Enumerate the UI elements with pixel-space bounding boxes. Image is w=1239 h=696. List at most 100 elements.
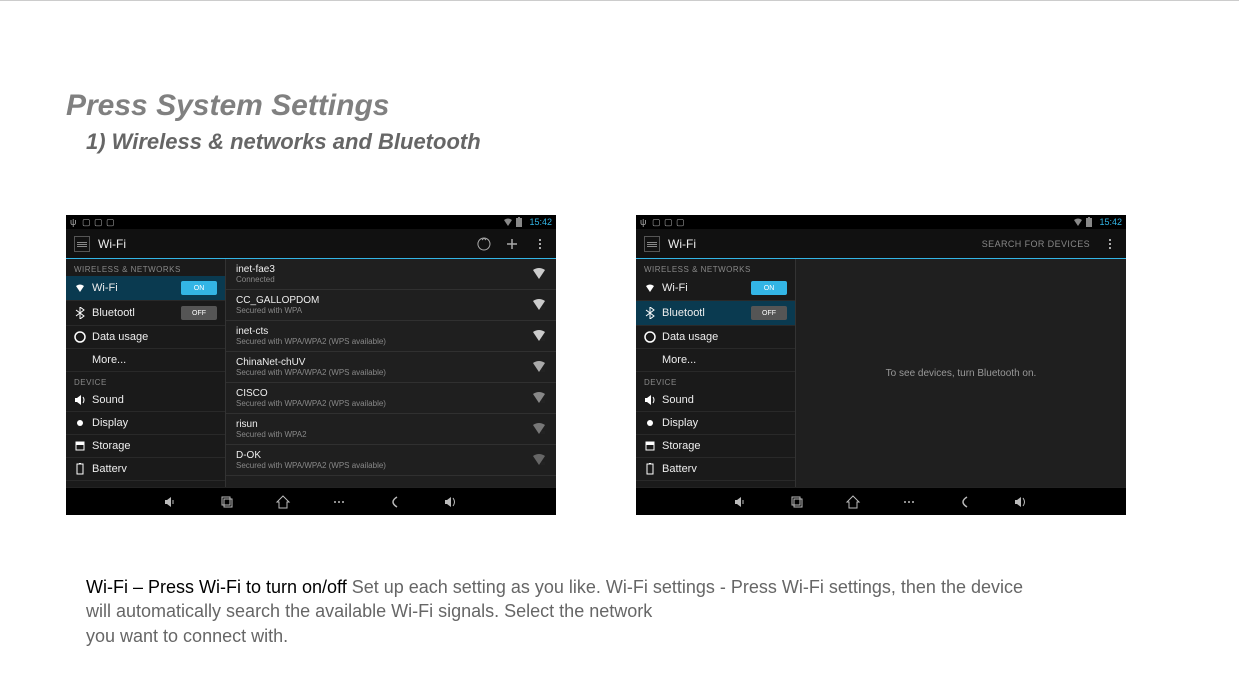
wifi-network-name: inet-fae3 [236,264,532,275]
menu-icon[interactable] [901,494,917,510]
display-icon [74,417,86,429]
sidebar-item-display[interactable]: Display [66,412,225,435]
home-icon[interactable] [845,494,861,510]
square-icon: ▢ [676,217,686,227]
page-heading: Press System Settings [66,89,1173,123]
wifi-network-row[interactable]: inet-fae3Connected [226,259,556,290]
wifi-network-row[interactable]: inet-ctsSecured with WPA/WPA2 (WPS avail… [226,321,556,352]
title-bar: Wi-Fi [66,229,556,259]
sidebar-item-sound[interactable]: Sound [66,389,225,412]
sidebar-item-label: Bluetootl [92,307,135,319]
psi-icon: ψ [70,217,80,227]
square-icon: ▢ [82,217,92,227]
battery-status-icon [516,217,526,227]
nav-bar [66,487,556,515]
sidebar-item-bluetooth[interactable]: Bluetootl OFF [636,301,795,326]
battery-icon [644,463,656,475]
sidebar-item-battery[interactable]: Batterv [66,458,225,481]
wifi-signal-lock-icon [532,453,546,467]
sound-icon [74,394,86,406]
sidebar-item-label: More... [92,354,126,366]
volume-up-icon[interactable] [1013,494,1029,510]
sidebar-item-battery[interactable]: Batterv [636,458,795,481]
sidebar-item-storage[interactable]: Storage [66,435,225,458]
bluetooth-toggle[interactable]: OFF [181,306,217,320]
back-icon[interactable] [957,494,973,510]
title-bar: Wi-Fi SEARCH FOR DEVICES [636,229,1126,259]
wifi-network-name: inet-cts [236,326,532,337]
square-icon: ▢ [106,217,116,227]
overflow-menu-icon[interactable] [532,236,548,252]
sidebar-item-wifi[interactable]: Wi-Fi ON [66,276,225,301]
add-network-icon[interactable] [504,236,520,252]
wifi-signal-lock-icon [532,329,546,343]
battery-status-icon [1086,217,1096,227]
status-bar: ψ ▢ ▢ ▢ 15:42 [66,215,556,229]
wifi-network-name: ChinaNet-chUV [236,357,532,368]
sidebar-item-label: Data usage [92,331,148,343]
sidebar-item-data-usage[interactable]: Data usage [66,326,225,349]
wifi-networks-panel: inet-fae3Connected CC_GALLOPDOMSecured w… [226,259,556,487]
wifi-toggle[interactable]: ON [181,281,217,295]
home-icon[interactable] [275,494,291,510]
data-usage-icon [644,331,656,343]
sidebar-item-label: Sound [92,394,124,406]
wifi-network-row[interactable]: risunSecured with WPA2 [226,414,556,445]
bluetooth-panel: To see devices, turn Bluetooth on. [796,259,1126,487]
data-usage-icon [74,331,86,343]
volume-down-icon[interactable] [733,494,749,510]
bluetooth-empty-message: To see devices, turn Bluetooth on. [796,259,1126,487]
sidebar-item-display[interactable]: Display [636,412,795,435]
screen-title: Wi-Fi [98,237,464,251]
sidebar-item-label: Storage [662,440,701,452]
wifi-status-icon [1073,217,1083,227]
battery-icon [74,463,86,475]
wifi-icon [74,282,86,294]
square-icon: ▢ [664,217,674,227]
wifi-status-icon [503,217,513,227]
wifi-toggle[interactable]: ON [751,281,787,295]
wifi-network-row[interactable]: D-OKSecured with WPA/WPA2 (WPS available… [226,445,556,476]
wifi-signal-lock-icon [532,422,546,436]
storage-icon [644,440,656,452]
sidebar-item-label: Data usage [662,331,718,343]
status-time: 15:42 [1099,217,1122,227]
overflow-menu-icon[interactable] [1102,236,1118,252]
wifi-signal-lock-icon [532,298,546,312]
volume-up-icon[interactable] [443,494,459,510]
sidebar-item-bluetooth[interactable]: Bluetootl OFF [66,301,225,326]
psi-icon: ψ [640,217,650,227]
volume-down-icon[interactable] [163,494,179,510]
wifi-network-name: D-OK [236,450,532,461]
wifi-network-status: Connected [236,275,532,284]
recent-apps-icon[interactable] [789,494,805,510]
desc-strong: Wi-Fi – Press Wi-Fi to turn on/off [86,577,347,597]
nav-bar [636,487,1126,515]
wifi-network-row[interactable]: CC_GALLOPDOMSecured with WPA [226,290,556,321]
description-text: Wi-Fi – Press Wi-Fi to turn on/off Set u… [86,575,1113,648]
wifi-signal-lock-icon [532,391,546,405]
desc-line3: you want to connect with. [86,626,288,646]
wps-icon[interactable] [476,236,492,252]
bluetooth-icon [644,307,656,319]
sidebar-item-label: Bluetootl [662,307,705,319]
sidebar-item-more[interactable]: More... [636,349,795,372]
sidebar-item-data-usage[interactable]: Data usage [636,326,795,349]
sidebar-item-sound[interactable]: Sound [636,389,795,412]
sidebar-item-storage[interactable]: Storage [636,435,795,458]
sidebar-item-label: More... [662,354,696,366]
sidebar-item-more[interactable]: More... [66,349,225,372]
search-for-devices-button[interactable]: SEARCH FOR DEVICES [982,239,1090,249]
wifi-network-row[interactable]: CISCOSecured with WPA/WPA2 (WPS availabl… [226,383,556,414]
sidebar-item-label: Wi-Fi [92,282,118,294]
bluetooth-toggle[interactable]: OFF [751,306,787,320]
storage-icon [74,440,86,452]
recent-apps-icon[interactable] [219,494,235,510]
wifi-network-status: Secured with WPA/WPA2 (WPS available) [236,337,532,346]
sidebar-item-wifi[interactable]: Wi-Fi ON [636,276,795,301]
wifi-network-status: Secured with WPA/WPA2 (WPS available) [236,399,532,408]
back-icon[interactable] [387,494,403,510]
sidebar-item-label: Batterv [662,463,697,475]
wifi-network-row[interactable]: ChinaNet-chUVSecured with WPA/WPA2 (WPS … [226,352,556,383]
menu-icon[interactable] [331,494,347,510]
